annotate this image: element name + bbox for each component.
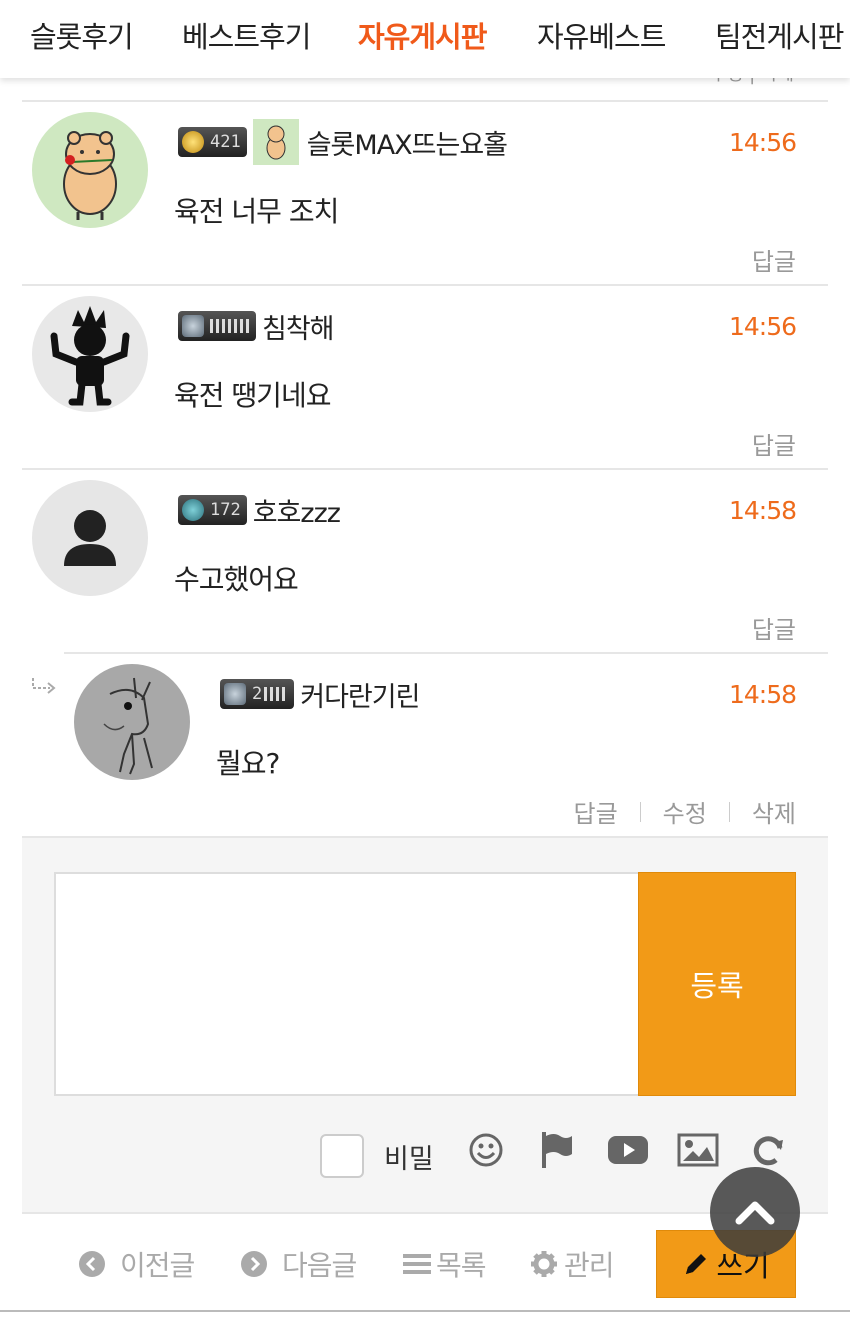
smile-icon[interactable]: [464, 1130, 508, 1170]
level-badge: 172: [178, 495, 247, 525]
list-icon: [403, 1254, 431, 1274]
avatar[interactable]: [32, 112, 148, 228]
secret-label: 비밀: [384, 1143, 434, 1175]
secret-checkbox[interactable]: [320, 1134, 364, 1178]
gear-icon: [531, 1251, 557, 1277]
prev-post-button[interactable]: 이전글: [78, 1244, 195, 1284]
board-tabs: 슬롯후기 베스트후기 자유게시판 자유베스트 팀전게시판: [0, 0, 850, 78]
comment-input[interactable]: [54, 872, 640, 1096]
comment-item: 2 커다란기린 14:58 뭘요? 답글 수정 삭제: [64, 652, 828, 838]
level-gem-icon: [182, 499, 204, 521]
list-label: 목록: [436, 1249, 487, 1282]
next-post-button[interactable]: 다음글: [240, 1244, 357, 1284]
divider: [639, 801, 641, 822]
manage-label: 관리: [564, 1249, 615, 1282]
level-badge: 2: [220, 679, 295, 709]
comment-body: 뭘요?: [216, 747, 280, 780]
avatar[interactable]: [32, 480, 148, 596]
tab-slot-review[interactable]: 슬롯후기: [30, 14, 134, 56]
avatar[interactable]: [32, 296, 148, 412]
post-nav-bar: 이전글 다음글 목록 관리 쓰기: [22, 1212, 828, 1310]
delete-button[interactable]: 삭제: [752, 794, 796, 829]
reply-button[interactable]: 답글: [752, 242, 796, 277]
nickname[interactable]: 커다란기린: [300, 675, 420, 714]
prev-post-label: 이전글: [120, 1249, 195, 1282]
level-number: [210, 319, 250, 333]
level-badge: 421: [178, 127, 247, 157]
manage-button[interactable]: 관리: [530, 1244, 615, 1284]
comment-time: 14:56: [728, 128, 797, 157]
submit-button[interactable]: 등록: [638, 872, 796, 1096]
chevron-left-icon: [79, 1251, 105, 1277]
comment-write-box: 등록 비밀: [22, 836, 828, 1212]
scroll-top-button[interactable]: [710, 1167, 800, 1257]
bottom-edge: [0, 1310, 850, 1329]
chevron-right-icon: [241, 1251, 267, 1277]
nickname[interactable]: 침착해: [262, 307, 335, 346]
comment-body: 육전 땡기네요: [174, 379, 331, 412]
avatar[interactable]: [74, 664, 190, 780]
chevron-up-icon: [735, 1201, 775, 1225]
level-badge: [178, 311, 256, 341]
level-number: 2: [252, 684, 263, 704]
reply-arrow-icon: [30, 676, 58, 698]
reply-button[interactable]: 답글: [752, 610, 796, 645]
flag-icon[interactable]: [534, 1130, 578, 1170]
tab-free-board[interactable]: 자유게시판: [358, 14, 487, 56]
comment-body: 수고했어요: [174, 563, 299, 596]
level-gem-icon: [182, 315, 204, 337]
youtube-icon[interactable]: [606, 1130, 650, 1170]
edit-button[interactable]: 수정: [663, 794, 707, 829]
level-number: 421: [210, 132, 241, 152]
tab-best-review[interactable]: 베스트후기: [182, 14, 311, 56]
reply-button[interactable]: 답글: [573, 794, 617, 829]
comment-time: 14:58: [728, 680, 797, 709]
refresh-icon[interactable]: [746, 1130, 790, 1170]
tab-team-board[interactable]: 팀전게시판: [715, 14, 844, 56]
comment-item: 421 슬롯MAX뜨는요홀 14:56 육전 너무 조치 답글: [22, 100, 828, 286]
level-number: 172: [210, 500, 241, 520]
comment-time: 14:58: [728, 496, 797, 525]
tab-free-best[interactable]: 자유베스트: [537, 14, 666, 56]
pencil-icon: [686, 1254, 707, 1274]
comment-item: 172 호호zzz 14:58 수고했어요 답글: [22, 468, 828, 654]
list-button[interactable]: 목록: [402, 1244, 487, 1284]
comment-time: 14:56: [728, 312, 797, 341]
nickname[interactable]: 호호zzz: [253, 491, 341, 530]
level-gem-icon: [182, 131, 204, 153]
comment-body: 육전 너무 조치: [174, 195, 339, 228]
next-post-label: 다음글: [282, 1249, 357, 1282]
divider: [728, 801, 730, 822]
level-gem-icon: [224, 683, 246, 705]
nickname[interactable]: 슬롯MAX뜨는요홀: [307, 123, 508, 162]
mini-avatar-icon: [252, 119, 299, 165]
image-icon[interactable]: [676, 1130, 720, 1170]
comment-item: 침착해 14:56 육전 땡기네요 답글: [22, 284, 828, 470]
reply-button[interactable]: 답글: [752, 426, 796, 461]
